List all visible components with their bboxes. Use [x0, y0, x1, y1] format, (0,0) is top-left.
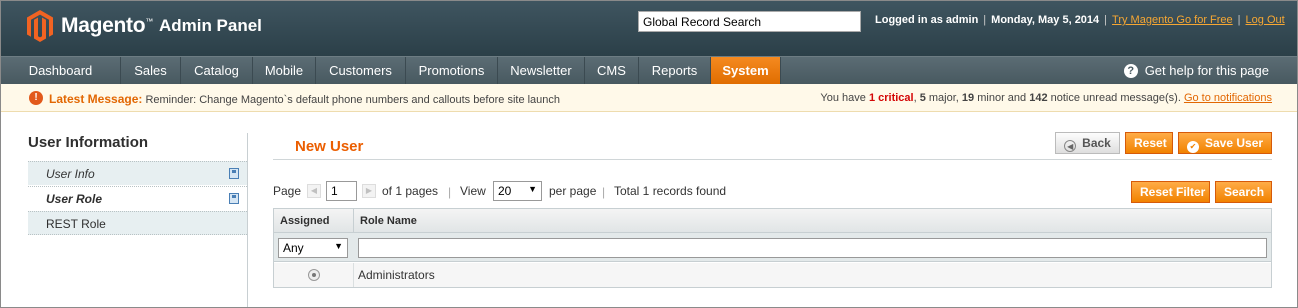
page-title: New User — [295, 138, 364, 155]
nav-newsletter[interactable]: Newsletter — [498, 57, 585, 84]
save-user-button[interactable]: ✔ Save User — [1178, 132, 1272, 154]
magento-logo-icon — [27, 10, 53, 42]
column-header-assigned[interactable]: Assigned — [274, 209, 354, 233]
latest-message-label: Latest Message: — [49, 92, 143, 106]
nav-reports[interactable]: Reports — [639, 57, 711, 84]
save-icon — [229, 193, 239, 204]
header: Magento™ Admin Panel Logged in as admin|… — [1, 1, 1297, 56]
message-summary: You have 1 critical, 5 major, 19 minor a… — [820, 92, 1272, 104]
column-header-role-name[interactable]: Role Name — [354, 209, 1271, 233]
checkmark-icon: ✔ — [1187, 141, 1199, 153]
nav-customers[interactable]: Customers — [316, 57, 406, 84]
nav-dashboard[interactable]: Dashboard — [1, 57, 121, 84]
help-label: Get help for this page — [1144, 63, 1269, 78]
go-to-notifications-link[interactable]: Go to notifications — [1184, 92, 1272, 104]
per-page-select[interactable]: 20 ▼ — [493, 181, 542, 201]
reset-button[interactable]: Reset — [1125, 132, 1173, 154]
logged-in-text: Logged in as admin — [875, 14, 979, 26]
title-divider — [273, 159, 1272, 160]
latest-message-text: Reminder: Change Magento`s default phone… — [145, 94, 561, 106]
view-label: View — [460, 184, 486, 198]
nav-mobile[interactable]: Mobile — [253, 57, 316, 84]
sidebar-item-label: User Info — [46, 167, 95, 181]
assigned-filter-select[interactable]: Any ▼ — [278, 238, 348, 258]
sidebar-title: User Information — [28, 134, 149, 151]
per-page-label: per page — [549, 184, 597, 198]
try-magento-go-link[interactable]: Try Magento Go for Free — [1112, 14, 1233, 26]
header-links: Logged in as admin | Monday, May 5, 2014 | T… — [875, 14, 1285, 26]
sidebar-item-label: REST Role — [46, 217, 106, 231]
critical-count: 1 critical — [868, 92, 914, 104]
global-search-input[interactable] — [638, 11, 861, 32]
total-records: Total 1 records found — [614, 184, 727, 198]
sidebar-item-user-info[interactable]: User Info — [28, 161, 247, 185]
sidebar: User Information User Info User Role RES… — [1, 112, 248, 307]
logo-subtitle: Admin Panel — [158, 16, 262, 35]
minor-count: 19 — [961, 92, 975, 104]
admin-window: Magento™ Admin Panel Logged in as admin|… — [0, 0, 1298, 308]
grid-header: Assigned Role Name — [274, 209, 1271, 233]
sidebar-item-user-role[interactable]: User Role — [28, 186, 247, 210]
magento-logo[interactable]: Magento™ Admin Panel — [27, 10, 262, 42]
sidebar-item-label: User Role — [46, 192, 103, 206]
roles-grid: Assigned Role Name Any ▼ Administrators — [273, 208, 1272, 288]
nav-system[interactable]: System — [711, 57, 781, 84]
reset-filter-button[interactable]: Reset Filter — [1131, 181, 1210, 203]
major-count: 5 — [919, 92, 926, 104]
help-link[interactable]: ? Get help for this page — [1123, 57, 1269, 84]
logout-link[interactable]: Log Out — [1246, 14, 1285, 26]
notification-bar: ! Latest Message: Reminder: Change Magen… — [1, 84, 1297, 112]
role-name-cell: Administrators — [358, 268, 435, 282]
sidebar-divider — [247, 133, 248, 307]
help-icon: ? — [1123, 63, 1138, 78]
page-label: Page — [273, 184, 302, 198]
grid-filter-row: Any ▼ — [274, 233, 1271, 262]
nav-catalog[interactable]: Catalog — [181, 57, 253, 84]
nav-sales[interactable]: Sales — [121, 57, 181, 84]
previous-page-icon[interactable]: ◀ — [307, 184, 321, 198]
page-number-input[interactable] — [326, 181, 357, 201]
back-arrow-icon: ◀ — [1064, 140, 1077, 152]
table-row[interactable]: Administrators — [274, 263, 1271, 287]
main-nav: Dashboard Sales Catalog Mobile Customers… — [1, 56, 1297, 84]
assigned-cell — [274, 263, 354, 287]
back-button[interactable]: ◀ Back — [1055, 132, 1120, 154]
alert-icon: ! — [29, 91, 43, 105]
search-button[interactable]: Search — [1215, 181, 1272, 203]
page-count: of 1 pages — [382, 184, 439, 198]
latest-message: Latest Message: Reminder: Change Magento… — [49, 92, 560, 106]
nav-cms[interactable]: CMS — [585, 57, 639, 84]
sidebar-item-rest-role[interactable]: REST Role — [28, 211, 247, 235]
chevron-down-icon: ▼ — [528, 184, 537, 194]
nav-promotions[interactable]: Promotions — [406, 57, 498, 84]
role-name-filter-input[interactable] — [358, 238, 1267, 258]
save-icon — [229, 168, 239, 179]
notice-count: 142 — [1029, 92, 1048, 104]
assigned-radio[interactable] — [308, 269, 320, 281]
next-page-icon[interactable]: ▶ — [362, 184, 376, 198]
current-date: Monday, May 5, 2014 — [991, 14, 1100, 26]
chevron-down-icon: ▼ — [334, 241, 343, 251]
logo-name: Magento™ — [61, 14, 153, 37]
